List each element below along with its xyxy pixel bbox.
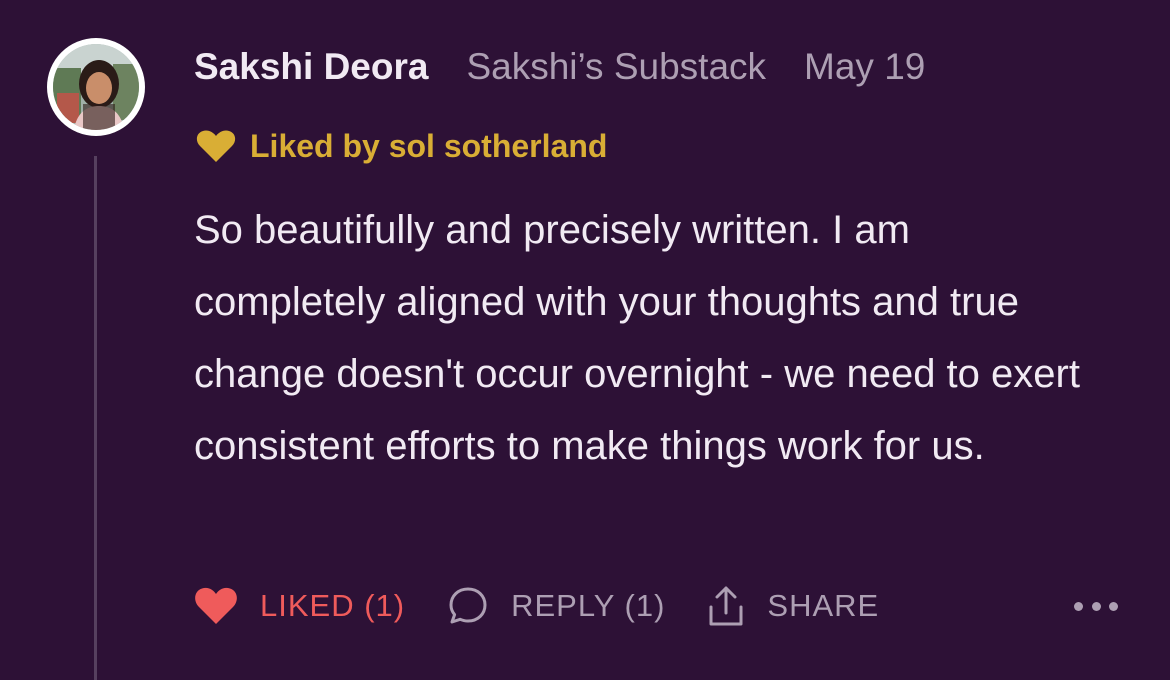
- avatar[interactable]: [47, 38, 145, 136]
- share-upload-icon: [709, 586, 743, 626]
- share-label: SHARE: [767, 588, 880, 623]
- publication-name[interactable]: Sakshi’s Substack: [466, 46, 766, 88]
- liked-by-row: Liked by sol sotherland: [196, 126, 607, 166]
- comment-body: So beautifully and precisely written. I …: [194, 194, 1094, 482]
- author-name[interactable]: Sakshi Deora: [194, 46, 428, 88]
- thread-line: [94, 156, 97, 680]
- comment-actions: LIKED (1) REPLY (1) SHARE: [194, 582, 879, 630]
- heart-icon: [195, 587, 237, 624]
- speech-bubble-icon: [449, 587, 487, 624]
- reply-label: REPLY (1): [511, 588, 666, 623]
- user-photo-avatar-icon: [53, 44, 139, 130]
- comment-date[interactable]: May 19: [804, 46, 925, 88]
- like-button[interactable]: LIKED (1): [194, 586, 405, 626]
- liked-by-text: Liked by sol sotherland: [250, 127, 608, 164]
- comment-meta: Sakshi Deora Sakshi’s Substack May 19: [194, 44, 925, 90]
- like-label: LIKED (1): [260, 588, 406, 623]
- more-options-button[interactable]: [1074, 592, 1118, 620]
- comment-card: Sakshi Deora Sakshi’s Substack May 19 Li…: [0, 0, 1170, 680]
- comment-text: So beautifully and precisely written. I …: [194, 208, 1080, 468]
- share-button[interactable]: SHARE: [707, 585, 879, 627]
- reply-button[interactable]: REPLY (1): [447, 585, 665, 627]
- more-dots-icon: [1074, 601, 1083, 611]
- heart-icon: [196, 130, 236, 162]
